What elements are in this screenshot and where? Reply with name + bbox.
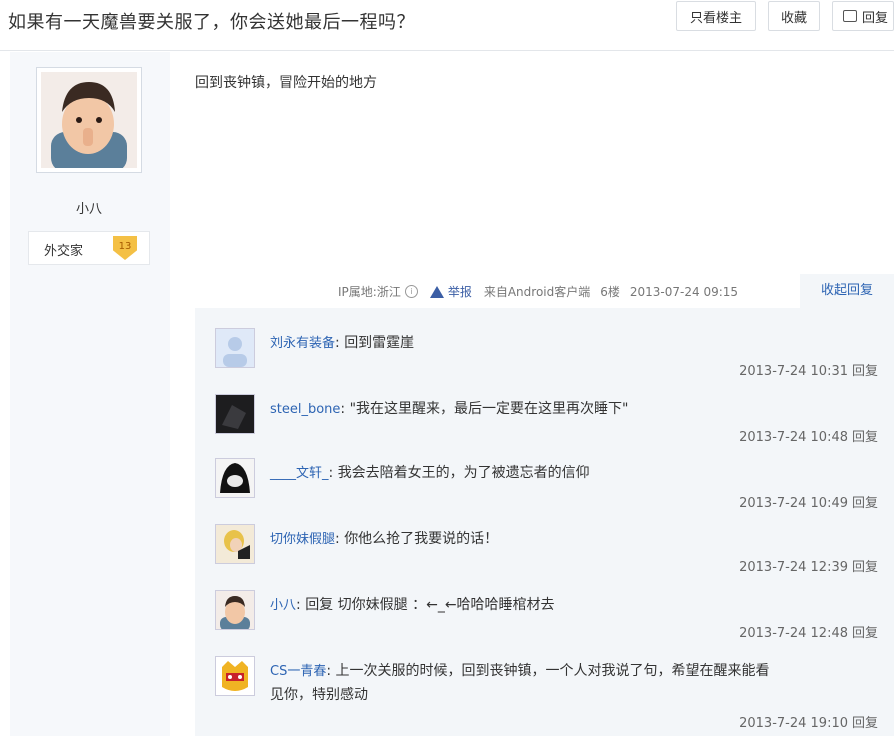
reply-button[interactable]: 回复 [832, 1, 894, 31]
reply-item: 小八: 回复 切你妹假腿 ：←_←哈哈哈睡棺材去 2013-7-24 12:48… [195, 572, 894, 641]
reply-separator: : [340, 401, 350, 417]
reply-separator: : [335, 531, 345, 547]
favorite-button[interactable]: 收藏 [768, 1, 820, 31]
reply-separator: : [326, 663, 336, 679]
reply-avatar[interactable] [215, 656, 255, 696]
thread-header: 如果有一天魔兽要关服了，你会送她最后一程吗？ 只看楼主 收藏 回复 [0, 0, 894, 51]
reply-body: steel_bone: "我在这里醒来，最后一定要在这里再次睡下" [270, 398, 628, 418]
reply-separator: : [335, 335, 345, 351]
reply-username[interactable]: ____文轩_ [270, 466, 329, 481]
reply-item: steel_bone: "我在这里醒来，最后一定要在这里再次睡下" 2013-7… [195, 374, 894, 445]
reply-body: 切你妹假腿: 你他么抢了我要说的话！ [270, 528, 498, 548]
reply-text: 上一次关服的时候，回到丧钟镇，一个人对我说了句，希望在醒来能看 [335, 663, 770, 679]
reply-body: 小八: 回复 切你妹假腿 ：←_←哈哈哈睡棺材去 [270, 594, 555, 614]
reply-body: ____文轩_: 我会去陪着女王的，为了被遗忘者的信仰 [270, 462, 590, 482]
floor-number: 6楼 [600, 285, 620, 299]
reply-text: 回到雷霆崖 [344, 335, 415, 351]
only-op-button[interactable]: 只看楼主 [676, 1, 756, 31]
reply-text: 你他么抢了我要说的话！ [344, 531, 499, 547]
reply-text: 我会去陪着女王的，为了被遗忘者的信仰 [337, 465, 590, 481]
author-avatar[interactable] [36, 67, 142, 173]
warning-icon [429, 285, 444, 298]
reply-item: 刘永有装备: 回到雷霆崖 2013-7-24 10:31 回复 [195, 308, 894, 379]
reply-body: 刘永有装备: 回到雷霆崖 [270, 332, 414, 352]
reply-separator: : [328, 465, 338, 481]
reply-item: ____文轩_: 我会去陪着女王的，为了被遗忘者的信仰 2013-7-24 10… [195, 440, 894, 511]
reply-username[interactable]: CS一青春 [270, 664, 326, 679]
reply-avatar[interactable] [215, 590, 255, 630]
reply-avatar[interactable] [215, 328, 255, 368]
reply-button-label: 回复 [862, 10, 889, 26]
reply-text: 回复 切你妹假腿 ：←_←哈哈哈睡棺材去 [305, 597, 555, 613]
ip-location: IP属地:浙江 [338, 285, 401, 299]
avatar-photo [41, 72, 137, 168]
reply-avatar[interactable] [215, 394, 255, 434]
info-icon[interactable]: i [404, 285, 418, 298]
reply-username[interactable]: 刘永有装备 [270, 336, 335, 351]
post-source: 来自Android客户端 [483, 285, 591, 299]
reply-text: "我在这里醒来，最后一定要在这里再次睡下" [349, 401, 629, 417]
comment-icon [843, 10, 857, 22]
author-badge[interactable]: 外交家 13 [28, 231, 150, 265]
post-time: 2013-07-24 09:15 [629, 284, 739, 299]
badge-title: 外交家 [44, 244, 84, 259]
report-link[interactable]: 举报 [429, 283, 472, 300]
report-label: 举报 [447, 285, 472, 299]
reply-body: CS一青春: 上一次关服的时候，回到丧钟镇，一个人对我说了句，希望在醒来能看 [270, 660, 770, 680]
reply-list: 刘永有装备: 回到雷霆崖 2013-7-24 10:31 回复 steel_bon… [195, 308, 894, 736]
reply-time: 2013-7-24 19:10 [739, 716, 848, 731]
reply-separator: : [296, 597, 306, 613]
reply-avatar[interactable] [215, 458, 255, 498]
reply-item: 切你妹假腿: 你他么抢了我要说的话！ 2013-7-24 12:39 回复 [195, 506, 894, 575]
reply-item: CS一青春: 上一次关服的时候，回到丧钟镇，一个人对我说了句，希望在醒来能看 见… [195, 638, 894, 736]
reply-username[interactable]: 切你妹假腿 [270, 532, 335, 547]
reply-text-continued: 见你，特别感动 [270, 687, 368, 703]
post-content: 回到丧钟镇，冒险开始的地方 [195, 75, 377, 91]
post-meta: IP属地:浙江 i 举报 来自Android客户端 6楼 2013-07-24 … [338, 283, 738, 300]
reply-avatar[interactable] [215, 524, 255, 564]
level-badge-icon: 13 [113, 236, 137, 260]
collapse-replies-button[interactable]: 收起回复 [800, 274, 894, 308]
reply-username[interactable]: 小八 [270, 598, 296, 613]
reply-meta: 2013-7-24 19:10 回复 [739, 712, 878, 731]
author-name[interactable]: 小八 [36, 198, 142, 217]
reply-to-button[interactable]: 回复 [852, 716, 878, 731]
reply-username[interactable]: steel_bone [270, 402, 340, 417]
thread-title: 如果有一天魔兽要关服了，你会送她最后一程吗？ [8, 12, 415, 33]
